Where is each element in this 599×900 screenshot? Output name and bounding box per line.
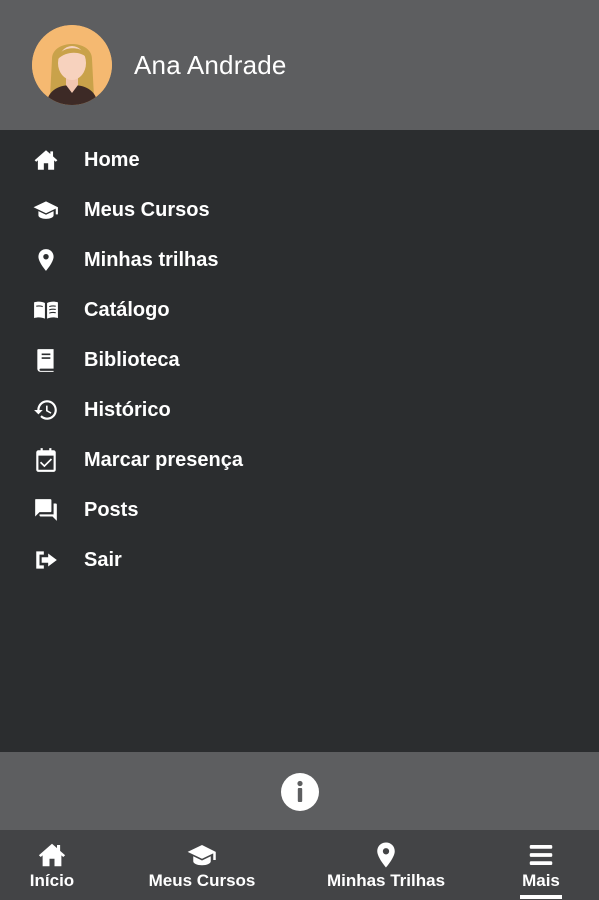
menu-item-meus-cursos[interactable]: Meus Cursos — [0, 185, 599, 235]
menu-item-label: Home — [84, 148, 140, 171]
menu-item-marcar-presenca[interactable]: Marcar presença — [0, 435, 599, 485]
open-book-icon — [32, 296, 60, 324]
menu-item-sair[interactable]: Sair — [0, 535, 599, 585]
menu-item-label: Sair — [84, 548, 122, 571]
map-pin-icon — [377, 842, 395, 868]
menu-item-minhas-trilhas[interactable]: Minhas trilhas — [0, 235, 599, 285]
history-icon — [32, 396, 60, 424]
menu-item-label: Catálogo — [84, 298, 170, 321]
menu-item-biblioteca[interactable]: Biblioteca — [0, 335, 599, 385]
nav-item-minhas-trilhas[interactable]: Minhas Trilhas — [320, 830, 452, 900]
menu-item-posts[interactable]: Posts — [0, 485, 599, 535]
active-tab-indicator — [520, 895, 562, 899]
menu-item-label: Posts — [84, 498, 139, 521]
avatar[interactable] — [32, 25, 112, 105]
user-name: Ana Andrade — [134, 50, 287, 80]
menu-item-label: Minhas trilhas — [84, 248, 219, 271]
nav-item-mais[interactable]: Mais — [515, 830, 567, 900]
sign-out-icon — [32, 546, 60, 574]
menu-item-label: Marcar presença — [84, 448, 243, 471]
nav-label: Meus Cursos — [148, 871, 256, 890]
menu-item-label: Biblioteca — [84, 348, 180, 371]
graduation-cap-icon — [32, 196, 60, 224]
bottom-navigation — [0, 830, 599, 900]
calendar-check-icon — [32, 446, 60, 474]
drawer-menu: Home Meus Cursos Minhas trilhas Catálogo… — [0, 130, 599, 752]
nav-item-meus-cursos[interactable]: Meus Cursos — [142, 830, 262, 900]
menu-item-home[interactable]: Home — [0, 135, 599, 185]
profile-header: Ana Andrade — [0, 0, 599, 130]
home-icon — [32, 146, 60, 174]
book-icon — [32, 346, 60, 374]
map-pin-icon — [32, 246, 60, 274]
info-icon[interactable] — [281, 773, 319, 811]
chat-bubbles-icon — [32, 496, 60, 524]
menu-item-historico[interactable]: Histórico — [0, 385, 599, 435]
nav-label: Mais — [522, 871, 560, 890]
graduation-cap-icon — [187, 845, 216, 866]
menu-item-label: Histórico — [84, 398, 171, 421]
menu-item-label: Meus Cursos — [84, 198, 210, 221]
menu-icon — [529, 845, 553, 865]
menu-item-catalogo[interactable]: Catálogo — [0, 285, 599, 335]
nav-label: Minhas Trilhas — [326, 871, 446, 890]
nav-label: Início — [29, 871, 75, 890]
home-icon — [38, 843, 66, 867]
nav-item-inicio[interactable]: Início — [22, 830, 82, 900]
